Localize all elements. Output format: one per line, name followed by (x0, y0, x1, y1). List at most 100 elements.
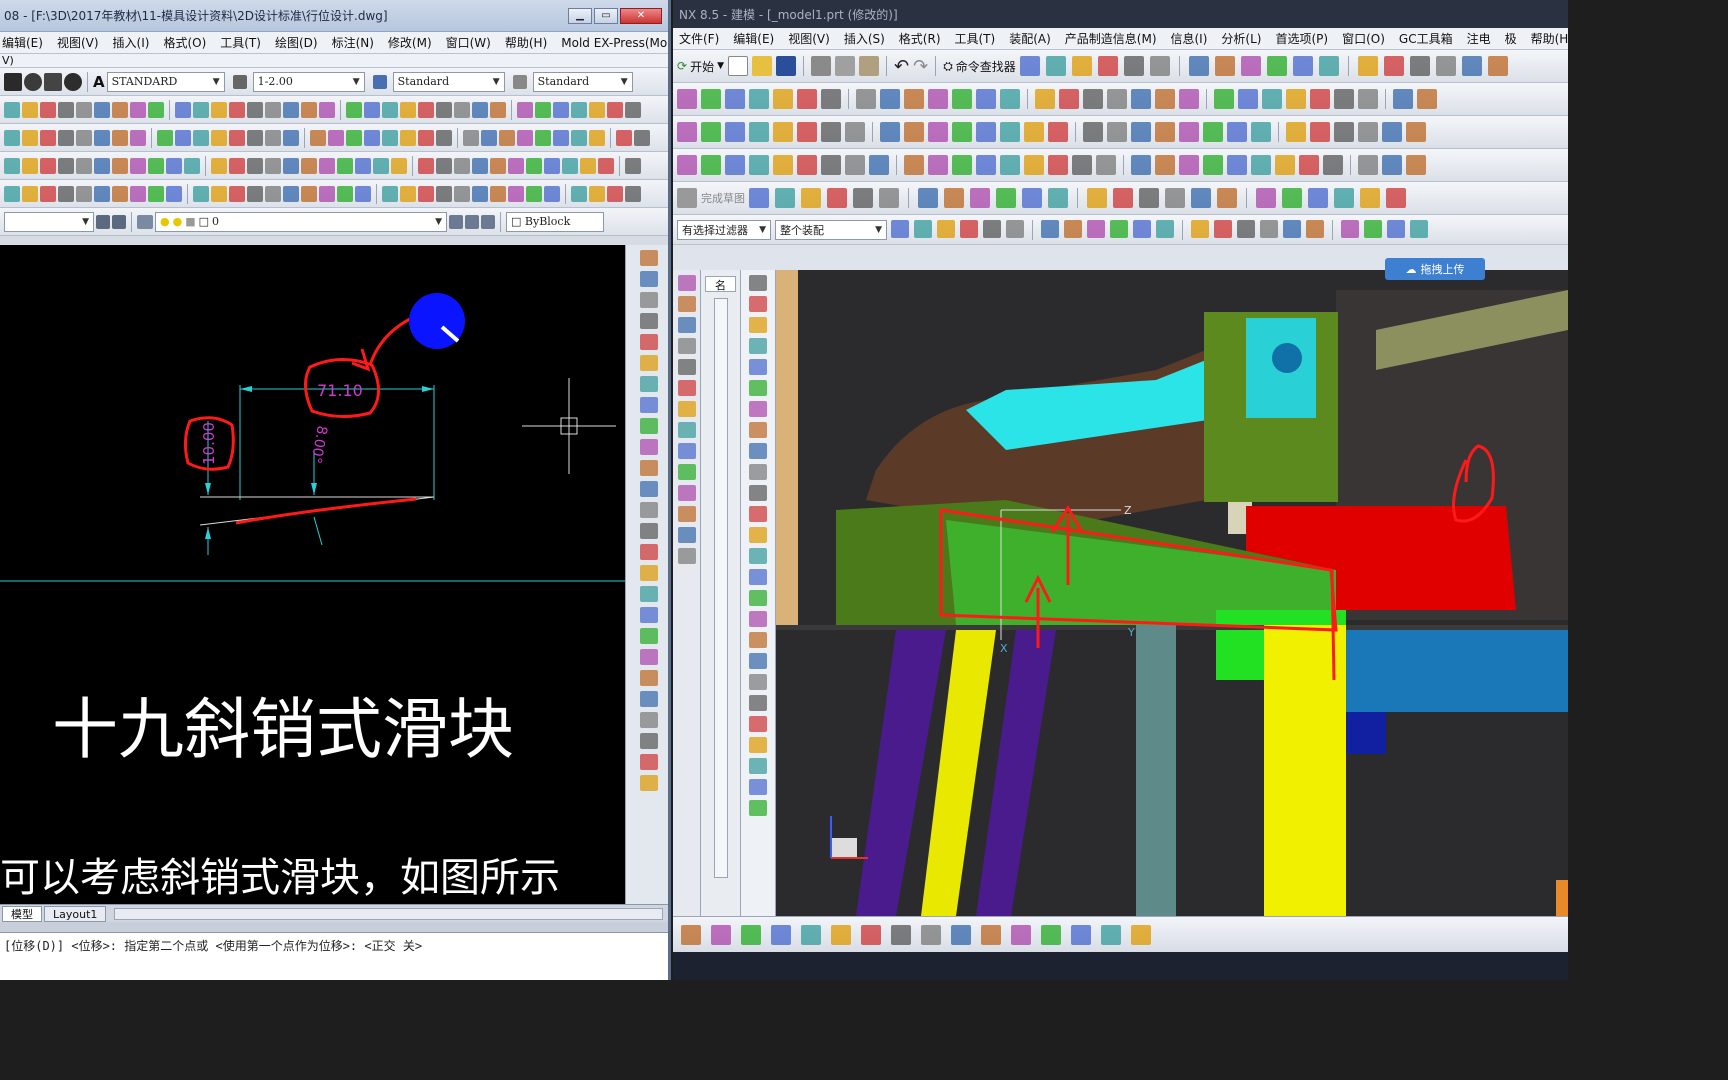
side-tool-icon[interactable] (677, 317, 696, 333)
toolbar-tool-icon[interactable] (775, 188, 795, 208)
side-tool-icon[interactable] (749, 422, 767, 438)
toolbar-tool-icon[interactable] (1334, 89, 1354, 109)
toolbar-tool-icon[interactable] (1188, 56, 1209, 76)
side-tool-icon[interactable] (749, 548, 767, 564)
toolbar-tool-icon[interactable] (1179, 122, 1199, 142)
toolbar-tool-icon[interactable] (310, 129, 326, 146)
side-tool-icon[interactable] (639, 649, 658, 665)
nx-menu-item[interactable]: 信息(I) (1171, 30, 1208, 47)
toolbar-tool-icon[interactable] (508, 157, 524, 174)
toolbar-tool-icon[interactable] (76, 129, 92, 146)
toolbar-tool-icon[interactable] (517, 129, 533, 146)
toolbar-tool-icon[interactable] (1251, 122, 1271, 142)
toolbar-tool-icon[interactable] (1306, 219, 1324, 238)
toolbar-tool-icon[interactable] (1435, 56, 1456, 76)
toolbar-tool-icon[interactable] (94, 185, 110, 202)
side-tool-icon[interactable] (749, 338, 767, 354)
toolbar-tool-icon[interactable] (337, 157, 353, 174)
toolbar-tool-icon[interactable] (328, 129, 344, 146)
nx-menu-item[interactable]: 注电 (1467, 30, 1491, 47)
toolbar-tool-icon[interactable] (1123, 56, 1144, 76)
side-tool-icon[interactable] (749, 443, 767, 459)
toolbar-tool-icon[interactable] (418, 101, 434, 118)
toolbar-tool-icon[interactable] (544, 157, 560, 174)
toolbar-tool-icon[interactable] (589, 185, 605, 202)
toolbar-tool-icon[interactable] (1214, 89, 1234, 109)
toolbar-tool-icon[interactable] (112, 101, 128, 118)
toolbar-tool-icon[interactable] (319, 101, 335, 118)
nx-menu-item[interactable]: 首选项(P) (1275, 30, 1328, 47)
toolbar-tool-icon[interactable] (771, 924, 791, 945)
toolbar-tool-icon[interactable] (76, 185, 92, 202)
linetype-select[interactable]: □ ByBlock (506, 211, 604, 232)
toolbar-tool-icon[interactable] (184, 157, 200, 174)
toolbar-tool-icon[interactable] (1156, 219, 1174, 238)
toolbar-tool-icon[interactable] (1059, 89, 1079, 109)
toolbar-tool-icon[interactable] (319, 157, 335, 174)
toolbar-tool-icon[interactable] (797, 155, 817, 175)
toolbar-tool-icon[interactable] (553, 129, 569, 146)
toolbar-tool-icon[interactable] (58, 157, 74, 174)
toolbar-tool-icon[interactable] (4, 101, 20, 118)
toolbar-tool-icon[interactable] (355, 157, 371, 174)
toolbar-tool-icon[interactable] (1191, 188, 1211, 208)
toolbar-tool-icon[interactable] (677, 89, 697, 109)
toolbar-tool-icon[interactable] (914, 219, 932, 238)
start-menu-button[interactable]: ⟳ 开始 ▼ (677, 58, 724, 75)
side-tool-icon[interactable] (639, 775, 658, 791)
side-tool-icon[interactable] (639, 460, 658, 476)
toolbar-tool-icon[interactable] (112, 129, 128, 146)
nx-menu-item[interactable]: 分析(L) (1221, 30, 1261, 47)
toolbar-tool-icon[interactable] (1203, 122, 1223, 142)
side-tool-icon[interactable] (749, 569, 767, 585)
redo-icon[interactable]: ↷ (913, 56, 928, 77)
tool-icon[interactable] (44, 72, 62, 91)
toolbar-tool-icon[interactable] (921, 924, 941, 945)
side-tool-icon[interactable] (639, 712, 658, 728)
toolbar-tool-icon[interactable] (22, 185, 38, 202)
cad-menu-item[interactable]: 插入(I) (113, 34, 150, 51)
toolbar-tool-icon[interactable] (472, 157, 488, 174)
cad-menu-item[interactable]: 窗口(W) (446, 34, 491, 51)
side-tool-icon[interactable] (677, 380, 696, 396)
toolbar-tool-icon[interactable] (148, 157, 164, 174)
toolbar-tool-icon[interactable] (1131, 122, 1151, 142)
toolbar-tool-icon[interactable] (1393, 89, 1413, 109)
toolbar-tool-icon[interactable] (607, 185, 623, 202)
toolbar-tool-icon[interactable] (166, 185, 182, 202)
toolbar-tool-icon[interactable] (1283, 219, 1301, 238)
side-tool-icon[interactable] (749, 359, 767, 375)
toolbar-tool-icon[interactable] (490, 101, 506, 118)
toolbar-tool-icon[interactable] (571, 185, 587, 202)
toolbar-tool-icon[interactable] (976, 89, 996, 109)
toolbar-tool-icon[interactable] (773, 155, 793, 175)
toolbar-tool-icon[interactable] (1041, 219, 1059, 238)
open-icon[interactable] (752, 56, 772, 76)
toolbar-tool-icon[interactable] (283, 157, 299, 174)
toolbar-tool-icon[interactable] (166, 157, 182, 174)
toolbar-tool-icon[interactable] (1107, 89, 1127, 109)
toolbar-tool-icon[interactable] (157, 129, 173, 146)
toolbar-tool-icon[interactable] (1310, 122, 1330, 142)
toolbar-tool-icon[interactable] (869, 155, 889, 175)
splitter[interactable] (0, 922, 668, 932)
tool-icon[interactable] (24, 72, 42, 91)
nx-menu-item[interactable]: 帮助(H) (1531, 30, 1568, 47)
toolbar-tool-icon[interactable] (741, 924, 761, 945)
toolbar-tool-icon[interactable] (94, 129, 110, 146)
toolbar-tool-icon[interactable] (436, 157, 452, 174)
toolbar-tool-icon[interactable] (891, 924, 911, 945)
side-tool-icon[interactable] (639, 523, 658, 539)
side-tool-icon[interactable] (749, 527, 767, 543)
toolbar-tool-icon[interactable] (364, 101, 380, 118)
toolbar-tool-icon[interactable] (22, 101, 38, 118)
toolbar-tool-icon[interactable] (1318, 56, 1339, 76)
toolbar-tool-icon[interactable] (436, 101, 452, 118)
toolbar-tool-icon[interactable] (1357, 56, 1378, 76)
toolbar-tool-icon[interactable] (891, 219, 909, 238)
command-line[interactable]: [位移(D)] <位移>: 指定第二个点或 <使用第一个点作为位移>: <正交 … (0, 932, 668, 980)
toolbar-tool-icon[interactable] (535, 129, 551, 146)
toolbar-tool-icon[interactable] (4, 185, 20, 202)
layer-manager-icon[interactable] (137, 214, 153, 229)
toolbar-tool-icon[interactable] (355, 185, 371, 202)
